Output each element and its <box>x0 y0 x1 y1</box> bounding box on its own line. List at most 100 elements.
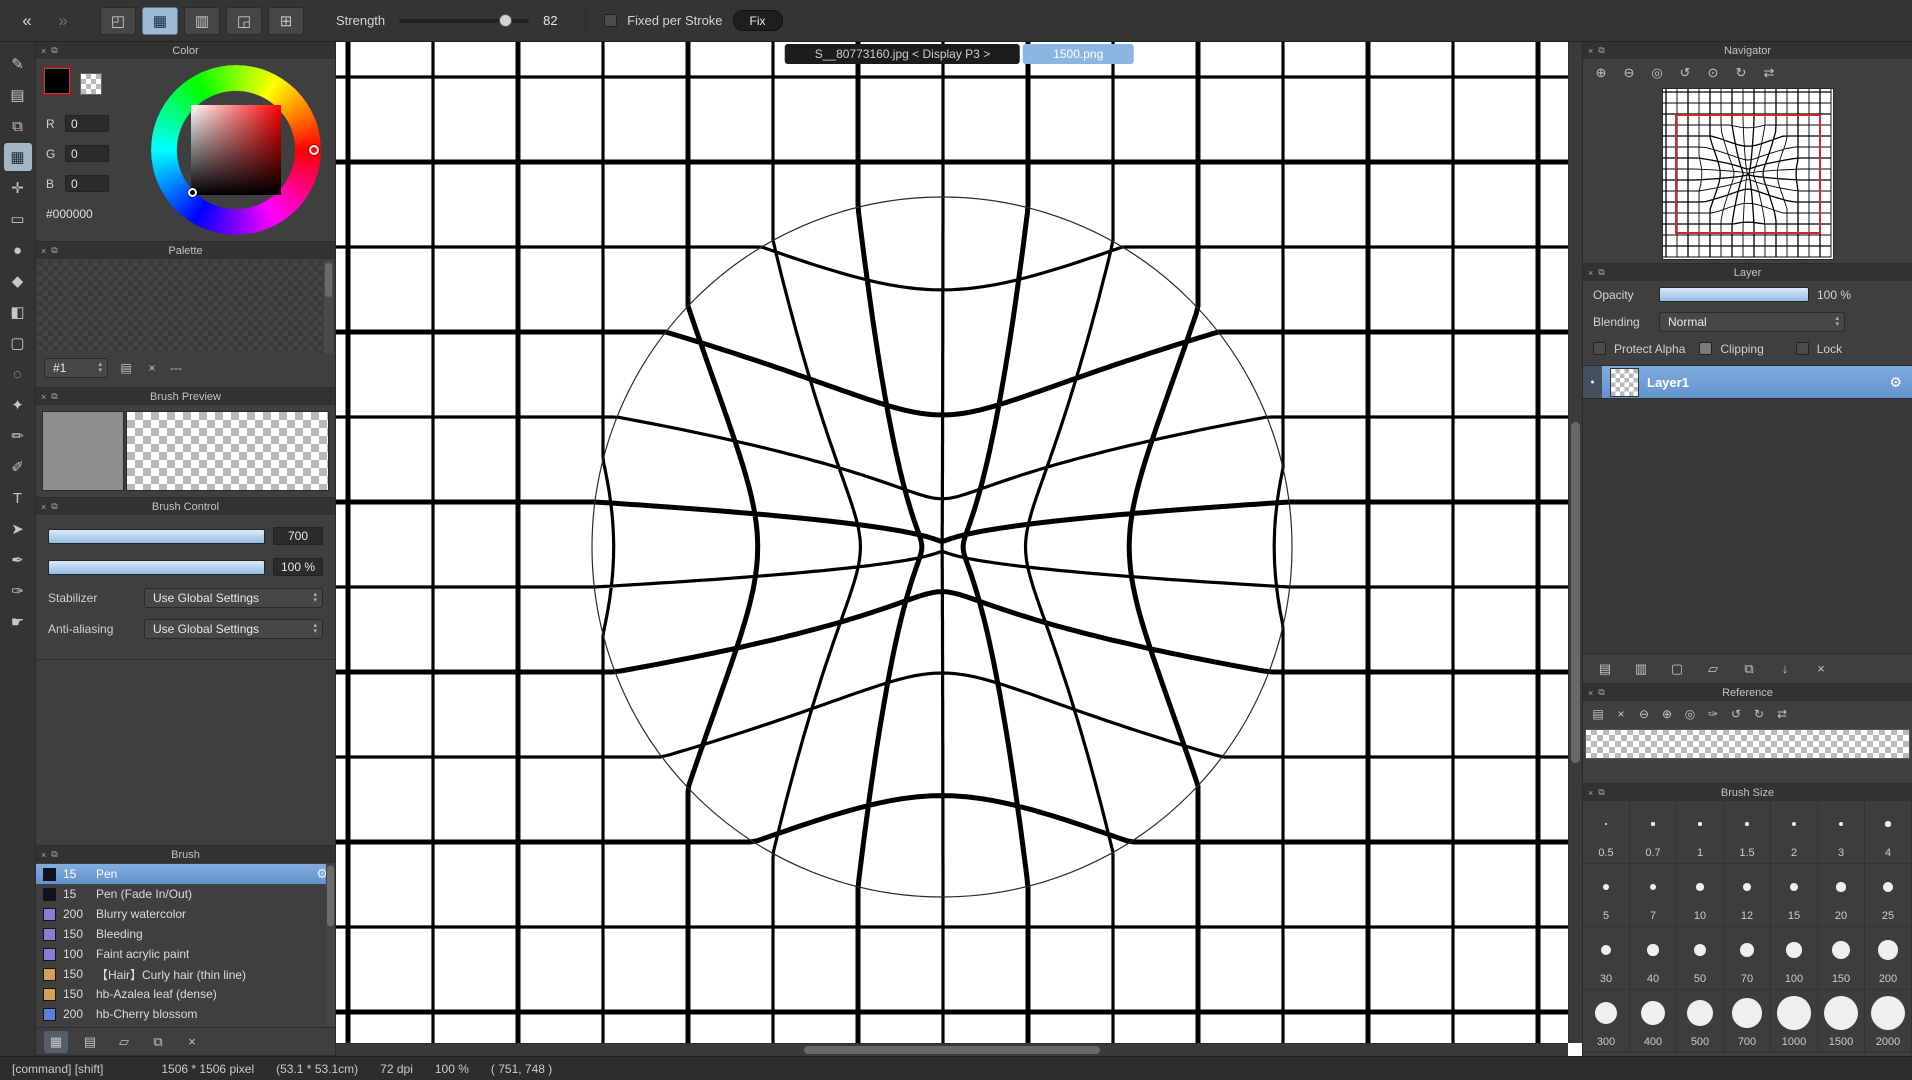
merge-down-icon[interactable]: ↓ <box>1773 658 1797 680</box>
clipping-checkbox[interactable] <box>1699 342 1712 355</box>
document-tab-active[interactable]: 1500.png <box>1023 44 1133 64</box>
ref-rotate-cw-icon[interactable]: ↻ <box>1749 703 1769 725</box>
zoom-in-icon[interactable]: ⊕ <box>1589 62 1613 84</box>
detach-panel-icon[interactable]: ⧉ <box>51 245 57 256</box>
detach-panel-icon[interactable]: ⧉ <box>51 45 57 56</box>
close-panel-icon[interactable]: × <box>1588 788 1593 798</box>
layer-row[interactable]: ● Layer1 ⚙ <box>1583 365 1912 399</box>
delete-brush-icon[interactable]: × <box>180 1031 204 1053</box>
brush-item[interactable]: 200Blurry watercolor <box>36 904 335 924</box>
ref-zoom-in-icon[interactable]: ⊕ <box>1657 703 1677 725</box>
brush-size-cell[interactable]: 15 <box>1771 864 1818 927</box>
canvas-vertical-scrollbar-thumb[interactable] <box>1571 422 1580 762</box>
primary-color-swatch[interactable] <box>44 68 70 94</box>
brush-list-scrollbar[interactable] <box>326 864 335 1026</box>
close-panel-icon[interactable]: × <box>1588 688 1593 698</box>
brush-size-cell[interactable]: 0.7 <box>1630 801 1677 864</box>
brush-size-cell[interactable]: 2 <box>1771 801 1818 864</box>
detach-panel-icon[interactable]: ⧉ <box>51 849 57 860</box>
brush-item[interactable]: 100Faint acrylic paint <box>36 944 335 964</box>
gradient-tool-icon[interactable]: ◧ <box>4 298 32 326</box>
color-wheel[interactable] <box>151 65 321 235</box>
brush-size-cell[interactable]: 4 <box>1865 801 1912 864</box>
brush-size-cell[interactable]: 50 <box>1677 927 1724 990</box>
canvas-horizontal-scrollbar[interactable] <box>336 1043 1568 1056</box>
brush-size-cell[interactable]: 700 <box>1724 990 1771 1053</box>
brush-size-cell[interactable]: 400 <box>1630 990 1677 1053</box>
palette-scrollbar-thumb[interactable] <box>325 263 332 297</box>
brush-size-cell[interactable]: 7 <box>1630 864 1677 927</box>
brush-size-cell[interactable]: 1000 <box>1771 990 1818 1053</box>
canvas[interactable] <box>336 42 1582 1056</box>
antialiasing-dropdown[interactable]: Use Global Settings ▴▾ <box>144 619 323 639</box>
red-value-field[interactable]: 0 <box>65 115 109 132</box>
strength-slider[interactable] <box>399 19 529 23</box>
fix-button[interactable]: Fix <box>733 10 783 31</box>
transform-mode-2-button[interactable]: ▦ <box>142 7 178 35</box>
new-linework-layer-icon[interactable]: ▥ <box>1629 658 1653 680</box>
new-brush-icon[interactable]: ▤ <box>78 1031 102 1053</box>
close-panel-icon[interactable]: × <box>41 850 46 860</box>
brush-item[interactable]: 200hb-Cherry blossom <box>36 1004 335 1024</box>
select-pen-tool-icon[interactable]: ✏ <box>4 422 32 450</box>
magic-wand-tool-icon[interactable]: ✦ <box>4 391 32 419</box>
rotate-ccw-icon[interactable]: ↺ <box>1673 62 1697 84</box>
stepper-icon[interactable]: ▴▾ <box>311 623 319 635</box>
ref-rotate-ccw-icon[interactable]: ↺ <box>1726 703 1746 725</box>
ref-zoom-out-icon[interactable]: ⊖ <box>1634 703 1654 725</box>
ruler-pen-tool-icon[interactable]: ✒ <box>4 546 32 574</box>
detach-panel-icon[interactable]: ⧉ <box>51 501 57 512</box>
paper-tool-icon[interactable]: ▤ <box>4 81 32 109</box>
new-paper-layer-icon[interactable]: ▢ <box>1665 658 1689 680</box>
brush-item[interactable]: 15Pen (Fade In/Out) <box>36 884 335 904</box>
ref-flip-icon[interactable]: ⇄ <box>1772 703 1792 725</box>
stabilizer-dropdown[interactable]: Use Global Settings ▴▾ <box>144 588 323 608</box>
hand-tool-icon[interactable]: ☛ <box>4 608 32 636</box>
close-panel-icon[interactable]: × <box>1588 46 1593 56</box>
close-panel-icon[interactable]: × <box>1588 268 1593 278</box>
delete-swatch-icon[interactable]: × <box>142 357 162 379</box>
navigator-thumbnail[interactable] <box>1663 89 1833 259</box>
detach-panel-icon[interactable]: ⧉ <box>51 391 57 402</box>
brush-size-cell[interactable]: 2000 <box>1865 990 1912 1053</box>
canvas-horizontal-scrollbar-thumb[interactable] <box>804 1046 1100 1054</box>
brush-list-scrollbar-thumb[interactable] <box>327 866 334 926</box>
detach-panel-icon[interactable]: ⧉ <box>1598 267 1604 278</box>
clear-reference-icon[interactable]: × <box>1611 703 1631 725</box>
brush-size-cell[interactable]: 70 <box>1724 927 1771 990</box>
canvas-vertical-scrollbar[interactable] <box>1568 42 1582 1043</box>
brush-size-cell[interactable]: 1500 <box>1818 990 1865 1053</box>
navigator-view-rectangle[interactable] <box>1675 114 1821 234</box>
palette-swatch-area[interactable] <box>38 261 333 353</box>
stepper-icon[interactable]: ▴▾ <box>96 362 104 374</box>
brush-size-cell[interactable]: 100 <box>1771 927 1818 990</box>
path-tool-icon[interactable]: ➤ <box>4 515 32 543</box>
brush-size-cell[interactable]: 30 <box>1583 927 1630 990</box>
transform-mode-5-button[interactable]: ⊞ <box>268 7 304 35</box>
brush-item[interactable]: 150hb-Azalea leaf (dense) <box>36 984 335 1004</box>
zoom-fit-icon[interactable]: ◎ <box>1645 62 1669 84</box>
reference-strip[interactable] <box>1585 729 1910 759</box>
brush-size-cell[interactable]: 20 <box>1818 864 1865 927</box>
stepper-icon[interactable]: ▴▾ <box>311 592 319 604</box>
brush-size-cell[interactable]: 25 <box>1865 864 1912 927</box>
protect-alpha-checkbox[interactable] <box>1593 342 1606 355</box>
strength-slider-knob[interactable] <box>499 14 512 27</box>
duplicate-layer-icon[interactable]: ⧉ <box>1737 658 1761 680</box>
brush-size-cell[interactable]: 5 <box>1583 864 1630 927</box>
blue-value-field[interactable]: 0 <box>65 175 109 192</box>
brush-item[interactable]: 15Pen⚙ <box>36 864 335 884</box>
transform-mode-1-button[interactable]: ◰ <box>100 7 136 35</box>
lasso-tool-icon[interactable]: ◌ <box>4 360 32 388</box>
new-layer-icon[interactable]: ▤ <box>1593 658 1617 680</box>
blending-dropdown[interactable]: Normal ▴▾ <box>1659 312 1845 332</box>
fixed-per-stroke-checkbox[interactable] <box>604 14 617 27</box>
new-brush-folder-icon[interactable]: ▱ <box>112 1031 136 1053</box>
connector-tool-icon[interactable]: ⧉ <box>4 112 32 140</box>
close-panel-icon[interactable]: × <box>41 392 46 402</box>
history-back-icon[interactable]: « <box>14 11 40 31</box>
brush-size-cell[interactable]: 10 <box>1677 864 1724 927</box>
document-tab[interactable]: S__80773160.jpg < Display P3 > <box>785 44 1020 64</box>
new-layer-folder-icon[interactable]: ▱ <box>1701 658 1725 680</box>
close-panel-icon[interactable]: × <box>41 502 46 512</box>
